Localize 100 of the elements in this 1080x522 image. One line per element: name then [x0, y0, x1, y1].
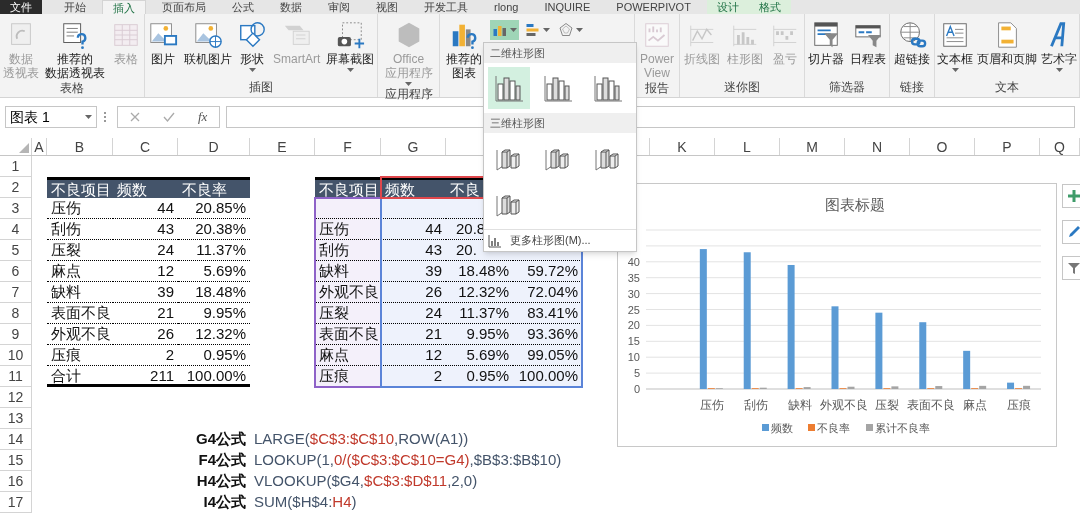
row-header[interactable]: 4 [0, 219, 32, 240]
ribbon-button[interactable]: 文本框 [935, 20, 975, 72]
axis-tick-label: 15 [627, 335, 640, 348]
ribbon-button[interactable]: 超链接 [892, 20, 932, 66]
row-header[interactable]: 1 [0, 156, 32, 177]
column-header[interactable]: B [47, 138, 113, 155]
name-box-text: 图表 1 [10, 107, 50, 127]
ribbon-tab[interactable]: INQUIRE [534, 0, 601, 14]
column-header[interactable]: E [250, 138, 315, 155]
radar-chart-icon [558, 22, 574, 38]
row-header[interactable]: 11 [0, 366, 32, 387]
row-header[interactable]: 7 [0, 282, 32, 303]
ribbon-button[interactable]: 推荐的 图表 [444, 20, 484, 80]
column-header[interactable]: N [845, 138, 910, 155]
chart-filter-button[interactable] [1062, 256, 1080, 280]
ribbon-button[interactable]: 页眉和页脚 [975, 20, 1039, 66]
legend-item: 不良率 [808, 422, 850, 434]
row-header[interactable]: 3 [0, 198, 32, 219]
ribbon-button[interactable]: 联机图片 [181, 20, 234, 66]
column-heading: 不良率 [178, 177, 250, 198]
ribbon-tab[interactable]: 数据 [270, 0, 312, 14]
column-header[interactable]: G [381, 138, 446, 155]
row-header[interactable]: 13 [0, 408, 32, 429]
ribbon-tab[interactable]: rlong [484, 0, 529, 14]
row-header[interactable]: 17 [0, 492, 32, 513]
row-header[interactable]: 2 [0, 177, 32, 198]
ribbon-button[interactable]: 日程表 [848, 20, 888, 66]
filter-icon [1067, 261, 1080, 275]
table-cell: 11.37% [178, 240, 250, 261]
check-icon[interactable] [162, 112, 175, 122]
row-header[interactable]: 9 [0, 324, 32, 345]
table-cell: 211 [113, 366, 178, 387]
ribbon-button[interactable]: 推荐的 数据透视表 [43, 20, 107, 80]
ribbon-tab[interactable]: 插入 [102, 0, 146, 14]
row-header[interactable]: 16 [0, 471, 32, 492]
group-label: 迷你图 [723, 79, 761, 96]
ribbon-button[interactable]: 图片 [145, 20, 180, 66]
column-header[interactable]: O [910, 138, 975, 155]
table-cell: 刮伤 [315, 240, 381, 261]
ribbon-tab[interactable]: 设计 [706, 0, 749, 14]
name-box[interactable]: 图表 1 [5, 106, 97, 128]
shapes-icon [237, 20, 268, 50]
column-header[interactable]: D [178, 138, 250, 155]
menu-item[interactable]: 更多柱形图(M)... [484, 229, 636, 251]
chart-styles-button[interactable] [1062, 220, 1080, 244]
chart-type-button[interactable] [490, 20, 519, 40]
column-header[interactable]: P [975, 138, 1040, 155]
table-cell: 外观不良 [315, 282, 381, 303]
ribbon-tab[interactable]: 审阅 [318, 0, 360, 14]
table-cell: 刮伤 [47, 219, 113, 240]
axis-category-label: 压裂 [875, 398, 900, 412]
group-label: 报告 [644, 80, 670, 97]
row-header[interactable]: 12 [0, 387, 32, 408]
axis-category-label: 压痕 [1007, 398, 1032, 412]
ribbon-button[interactable]: 切片器 [806, 20, 846, 66]
row-header[interactable]: 8 [0, 303, 32, 324]
ribbon-tab[interactable]: 公式 [222, 0, 264, 14]
axis-category-label: 外观不良 [819, 398, 868, 412]
row-header[interactable]: 5 [0, 240, 32, 261]
column-header[interactable]: M [780, 138, 845, 155]
column-header[interactable]: Q [1040, 138, 1080, 155]
ribbon-tab[interactable]: 开始 [54, 0, 96, 14]
table-cell: 39 [381, 261, 446, 282]
close-icon[interactable] [129, 112, 140, 122]
text-box-icon [940, 20, 970, 50]
select-all-icon[interactable] [19, 143, 29, 153]
insert-function-button[interactable]: fx [198, 107, 208, 127]
ribbon-tab[interactable]: 格式 [748, 0, 791, 14]
caret-icon [951, 68, 959, 72]
table-cell: 12 [113, 261, 178, 282]
chart-title: 图表标题 [825, 196, 885, 213]
column-header[interactable]: K [650, 138, 715, 155]
caret-icon [85, 115, 92, 119]
ribbon-tab[interactable]: 开发工具 [414, 0, 478, 14]
slicer-icon [811, 20, 841, 50]
ribbon-tab[interactable]: POWERPIVOT [606, 0, 701, 14]
ribbon-tab[interactable]: 文件 [0, 0, 42, 14]
row-header[interactable]: 15 [0, 450, 32, 471]
ribbon-button[interactable]: 形状 [235, 20, 270, 72]
table-cell: 缺料 [315, 261, 381, 282]
row-header[interactable]: 14 [0, 429, 32, 450]
grip-icon [103, 111, 107, 123]
chart-elements-button[interactable] [1062, 184, 1080, 208]
axis-tick-label: 0 [633, 383, 640, 395]
row-header[interactable]: 10 [0, 345, 32, 366]
ribbon-button[interactable]: 艺术字 [1039, 20, 1079, 72]
column-header[interactable]: A [32, 138, 47, 155]
table-cell: 39 [113, 282, 178, 303]
table-cell: 9.95% [178, 303, 250, 324]
column-header[interactable]: C [113, 138, 178, 155]
bar-chart-icon [525, 22, 541, 38]
column-header[interactable]: L [715, 138, 780, 155]
table-cell: 压裂 [47, 240, 113, 261]
axis-tick-label: 35 [627, 271, 640, 284]
column-header[interactable]: F [315, 138, 381, 155]
row-header[interactable]: 6 [0, 261, 32, 282]
ribbon-tab[interactable]: 页面布局 [152, 0, 216, 14]
ribbon-button[interactable]: 屏幕截图 [324, 20, 377, 72]
chart-style-option[interactable] [488, 67, 530, 109]
ribbon-tab[interactable]: 视图 [366, 0, 408, 14]
